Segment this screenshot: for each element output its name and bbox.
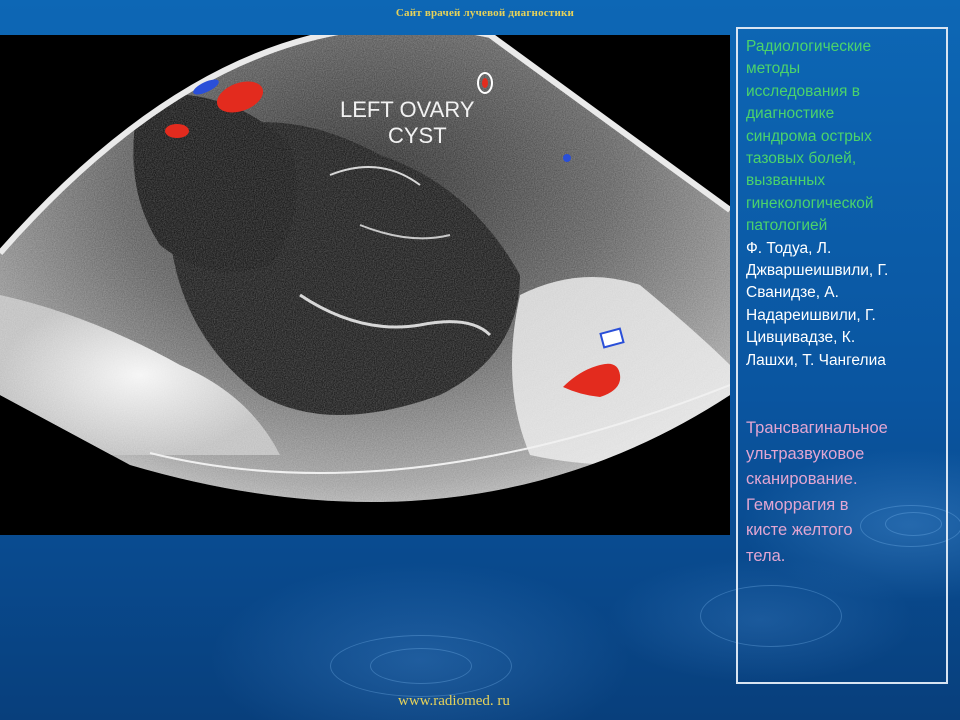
- doppler-blood-flow-blue: [563, 154, 571, 162]
- doppler-blood-flow-red: [482, 78, 488, 88]
- water-ripple-decoration: [370, 648, 472, 684]
- article-title-block: Радиологические методы исследования в ди…: [746, 36, 942, 372]
- scan-label-line1: LEFT OVARY: [340, 97, 475, 122]
- ultrasound-image: LEFT OVARY CYST: [0, 35, 730, 535]
- doppler-blood-flow-red: [165, 124, 189, 138]
- article-authors: Ф. Тодуа, Л. Джваршеишвили, Г. Сванидзе,…: [746, 239, 889, 369]
- scan-label-line2: CYST: [388, 123, 447, 148]
- site-header-title: Сайт врачей лучевой диагностики: [395, 7, 575, 19]
- image-caption: Трансвагинальное ультразвуковое сканиров…: [746, 419, 888, 565]
- footer-url[interactable]: www.radiomed. ru: [398, 693, 510, 710]
- ultrasound-scan-graphic: LEFT OVARY CYST: [0, 35, 730, 503]
- article-title: Радиологические методы исследования в ди…: [746, 38, 874, 235]
